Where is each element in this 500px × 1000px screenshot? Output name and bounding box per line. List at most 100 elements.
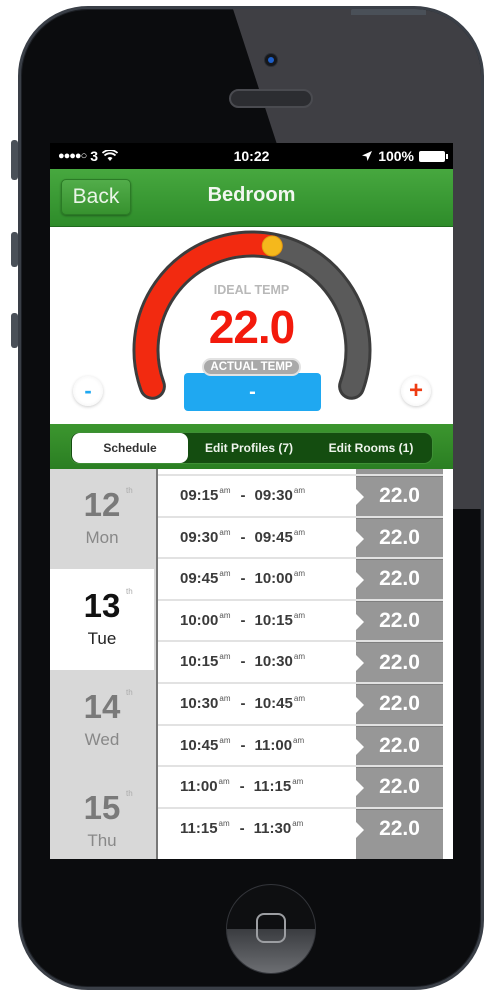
slot-end-meridiem: am bbox=[292, 818, 304, 828]
day-name: Tue bbox=[87, 629, 117, 648]
decrease-temp-button[interactable]: - bbox=[73, 376, 103, 406]
slot-time-range: 11:00am -11:15am bbox=[180, 777, 304, 795]
actual-temp-label: ACTUAL TEMP bbox=[202, 358, 301, 376]
slot-start-meridiem: am bbox=[219, 610, 231, 620]
slot-pointer-icon bbox=[356, 697, 364, 713]
day-item[interactable]: 12 th Mon bbox=[50, 468, 154, 569]
slot-start-time: 09:45 bbox=[180, 570, 219, 588]
slot-start-meridiem: am bbox=[219, 486, 231, 495]
day-ordinal-suffix: th bbox=[126, 486, 133, 495]
day-ordinal-suffix: th bbox=[126, 789, 133, 798]
increase-temp-button[interactable]: + bbox=[401, 376, 431, 406]
slot-temperature[interactable]: 22.0 bbox=[356, 684, 443, 724]
slot-end-meridiem: am bbox=[293, 527, 305, 537]
slot-start-time: 09:15 bbox=[180, 487, 219, 504]
slot-end-meridiem: am bbox=[293, 486, 305, 495]
slot-end-meridiem: am bbox=[293, 735, 305, 745]
slot-time-range: 09:45am -10:00am bbox=[180, 569, 306, 587]
slot-end-time: 10:00 bbox=[254, 570, 293, 588]
gauge-knob bbox=[261, 235, 283, 257]
schedule-row[interactable]: 09:30am -09:45am 22.0 bbox=[158, 515, 443, 558]
slot-pointer-icon bbox=[356, 613, 364, 630]
volume-up-button bbox=[11, 232, 18, 267]
slot-temperature[interactable]: 22.0 bbox=[356, 517, 443, 558]
app-screen: ●●●●○ 3 10:22 100% Back Bedroom IDEAL TE… bbox=[50, 143, 453, 859]
slot-temperature[interactable]: 22.0 bbox=[356, 767, 443, 807]
day-ordinal-suffix: th bbox=[126, 688, 133, 697]
slot-pointer-icon bbox=[356, 572, 364, 589]
slot-start-time: 10:00 bbox=[180, 611, 219, 629]
slot-separator: - bbox=[240, 736, 246, 754]
slot-separator: - bbox=[239, 778, 245, 796]
schedule-row[interactable]: 09:45am -10:00am 22.0 bbox=[158, 557, 443, 599]
slot-temperature[interactable]: 22.0 bbox=[356, 642, 443, 682]
schedule-row[interactable]: 10:45am -11:00am 22.0 bbox=[158, 723, 443, 766]
slot-start-meridiem: am bbox=[219, 694, 231, 703]
home-button[interactable] bbox=[226, 884, 316, 974]
slot-end-meridiem: am bbox=[292, 777, 304, 787]
slot-separator: - bbox=[240, 570, 246, 588]
slot-pointer-icon bbox=[356, 780, 364, 797]
schedule-row[interactable]: 09:15am -09:30am 22.0 bbox=[158, 474, 443, 516]
page-title: Bedroom bbox=[207, 184, 296, 206]
slot-time-range: 10:30am -10:45am bbox=[180, 694, 306, 712]
day-number: 15 bbox=[83, 789, 121, 826]
slot-time-range: 10:45am -11:00am bbox=[180, 736, 305, 754]
mute-switch bbox=[11, 140, 18, 180]
slot-temperature[interactable]: 22.0 bbox=[356, 559, 443, 599]
day-name: Thu bbox=[87, 831, 117, 850]
slot-temperature[interactable]: 22.0 bbox=[356, 600, 443, 641]
status-bar: ●●●●○ 3 10:22 100% bbox=[50, 143, 453, 169]
day-name: Wed bbox=[84, 730, 120, 749]
slot-pointer-icon bbox=[356, 738, 364, 755]
slot-pointer-icon bbox=[356, 821, 364, 838]
slot-separator: - bbox=[240, 528, 246, 546]
actual-temp-value: - bbox=[184, 373, 321, 411]
time-slot-list[interactable]: 09:15am -09:30am 22.0 09:30am -09:45am 22.0 09… bbox=[158, 469, 443, 859]
slot-pointer-icon bbox=[356, 530, 364, 547]
ideal-temp-label: IDEAL TEMP bbox=[213, 283, 290, 297]
slot-end-time: 11:15 bbox=[253, 778, 292, 796]
day-item[interactable]: 15 th Thu bbox=[50, 771, 154, 859]
slot-end-meridiem: am bbox=[293, 652, 305, 662]
slot-start-time: 10:30 bbox=[180, 695, 219, 712]
slot-temperature[interactable]: 22.0 bbox=[356, 808, 443, 849]
tab-edit-profiles[interactable]: Edit Profiles (7) bbox=[188, 433, 310, 463]
slot-separator: - bbox=[240, 653, 246, 671]
schedule-row[interactable]: 11:00am -11:15am 22.0 bbox=[158, 765, 443, 807]
segmented-tab-bar: Schedule Edit Profiles (7) Edit Rooms (1… bbox=[50, 424, 453, 470]
slot-separator: - bbox=[239, 819, 245, 837]
battery-icon bbox=[419, 150, 448, 162]
day-number: 13 bbox=[83, 587, 121, 624]
day-item[interactable]: 14 th Wed bbox=[50, 670, 154, 771]
slot-end-time: 09:30 bbox=[254, 487, 293, 504]
schedule-row[interactable]: 10:30am -10:45am 22.0 bbox=[158, 682, 443, 724]
slot-start-time: 11:15 bbox=[180, 819, 218, 837]
earpiece-speaker bbox=[229, 89, 313, 108]
tab-schedule[interactable]: Schedule bbox=[72, 433, 188, 463]
slot-start-time: 09:30 bbox=[180, 528, 219, 546]
schedule-row[interactable]: 10:00am -10:15am 22.0 bbox=[158, 598, 443, 641]
slot-start-meridiem: am bbox=[219, 652, 231, 662]
day-item[interactable]: 13 th Tue bbox=[50, 569, 154, 670]
slot-temperature[interactable]: 22.0 bbox=[356, 476, 443, 516]
slot-time-range: 10:15am -10:30am bbox=[180, 652, 306, 670]
slot-pointer-icon bbox=[356, 655, 364, 672]
slot-time-range: 09:15am -09:30am bbox=[180, 486, 306, 504]
slot-pointer-icon bbox=[356, 489, 364, 505]
slot-temperature[interactable]: 22.0 bbox=[356, 725, 443, 766]
slot-time-range: 11:15am -11:30am bbox=[180, 819, 304, 837]
slot-separator: - bbox=[240, 487, 246, 504]
day-picker[interactable]: 12 th Mon 13 th Tue 14 th Wed 15 th Thu bbox=[50, 469, 158, 859]
slot-end-time: 11:30 bbox=[253, 819, 292, 837]
schedule-row[interactable]: 10:15am -10:30am 22.0 bbox=[158, 640, 443, 682]
tab-edit-rooms[interactable]: Edit Rooms (1) bbox=[310, 433, 432, 463]
slot-end-time: 10:30 bbox=[254, 653, 293, 671]
slot-time-range: 09:30am -09:45am bbox=[180, 528, 306, 546]
slot-start-time: 10:45 bbox=[180, 736, 219, 754]
schedule-view: 12th Mon 13th Tue 14th Wed 15th Thu 09:15am -09:… bbox=[50, 469, 453, 859]
slot-end-time: 10:15 bbox=[254, 611, 293, 629]
day-ordinal-suffix: th bbox=[126, 587, 133, 596]
schedule-row[interactable]: 11:15am -11:30am 22.0 bbox=[158, 806, 443, 849]
slot-start-meridiem: am bbox=[218, 818, 230, 828]
